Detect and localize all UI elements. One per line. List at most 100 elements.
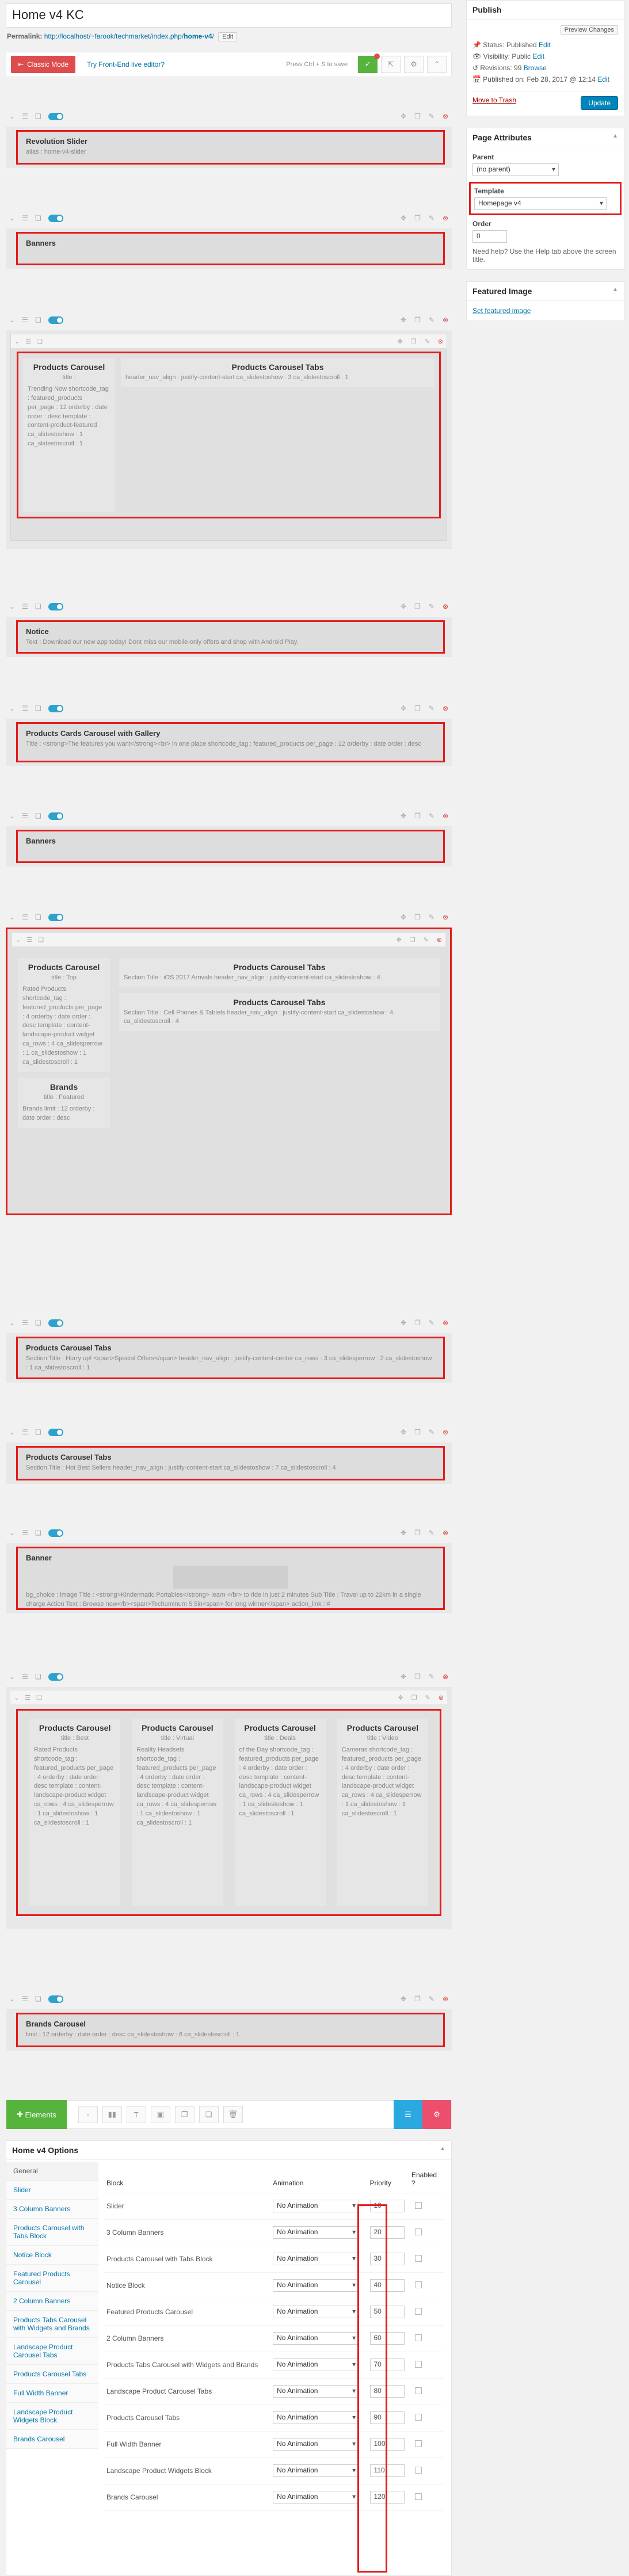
move-icon[interactable]: ✥: [401, 1529, 406, 1537]
collapse-row-icon[interactable]: ⌄: [9, 1428, 15, 1436]
collapse-row-icon[interactable]: ⌄: [9, 1673, 15, 1681]
row-toggle[interactable]: [48, 214, 63, 222]
delete-icon[interactable]: ⊗: [443, 704, 448, 712]
move-icon[interactable]: ✥: [401, 704, 406, 712]
move-icon[interactable]: ✥: [401, 1428, 406, 1436]
move-to-trash-link[interactable]: Move to Trash: [472, 96, 516, 104]
parent-select[interactable]: (no parent): [472, 163, 559, 176]
options-tab[interactable]: Featured Products Carousel: [6, 2265, 98, 2292]
options-tab[interactable]: General: [6, 2162, 98, 2181]
save-icon[interactable]: ✓: [358, 54, 380, 73]
edit-icon[interactable]: ✎: [429, 602, 434, 610]
options-tab[interactable]: Slider: [6, 2181, 98, 2200]
copy-icon[interactable]: ❐: [414, 704, 421, 712]
row-layout-icon[interactable]: ▫: [78, 2106, 98, 2123]
edit-icon[interactable]: ✎: [429, 1319, 434, 1327]
date-edit-link[interactable]: Edit: [597, 75, 609, 83]
duplicate-icon[interactable]: ❏: [38, 936, 44, 944]
animation-select[interactable]: No Animation: [273, 2226, 360, 2239]
classic-mode-button[interactable]: ⇤ Classic Mode: [11, 56, 76, 73]
duplicate-icon[interactable]: ❏: [37, 338, 43, 345]
duplicate-icon[interactable]: ❏: [35, 316, 41, 324]
collapse-arrow-icon[interactable]: ▲: [612, 287, 618, 293]
move-icon[interactable]: ✥: [398, 1694, 403, 1701]
visibility-edit-link[interactable]: Edit: [532, 52, 544, 60]
collapse-row-icon[interactable]: ⌄: [9, 1995, 15, 2003]
animation-select[interactable]: No Animation: [273, 2385, 360, 2398]
products-carousel-card[interactable]: Products Carousel title : Video Cameras sh…: [337, 1719, 428, 1906]
copy-icon[interactable]: ❐: [414, 1529, 421, 1537]
move-icon[interactable]: ✥: [401, 1995, 406, 2003]
edit-icon[interactable]: ✎: [429, 1995, 434, 2003]
delete-icon[interactable]: ⊗: [439, 1694, 444, 1701]
permalink-edit-button[interactable]: Edit: [218, 32, 238, 41]
duplicate-icon[interactable]: ❏: [35, 1529, 41, 1537]
order-input[interactable]: 0: [472, 230, 507, 243]
animation-select[interactable]: No Animation: [273, 2411, 360, 2424]
element-products-carousel-tabs[interactable]: Products Carousel Tabs Section Title : Hu…: [16, 1337, 445, 1379]
copy-icon[interactable]: ❐: [414, 1319, 421, 1327]
enabled-checkbox[interactable]: [415, 2493, 422, 2500]
options-tab[interactable]: Products Carousel Tabs: [6, 2365, 98, 2384]
columns-icon[interactable]: ☰: [22, 1529, 28, 1537]
columns-icon[interactable]: ☰: [22, 704, 28, 712]
edit-icon[interactable]: ✎: [429, 112, 434, 120]
edit-icon[interactable]: ✎: [429, 1673, 434, 1681]
update-button[interactable]: Update: [581, 96, 618, 110]
move-icon[interactable]: ✥: [397, 338, 402, 345]
file-icon[interactable]: ❐: [174, 2106, 195, 2123]
animation-select[interactable]: No Animation: [273, 2491, 360, 2504]
products-carousel-tabs-card[interactable]: Products Carousel Tabs Section Title : Ce…: [119, 993, 440, 1032]
duplicate-icon[interactable]: ❏: [35, 1428, 41, 1436]
columns-icon[interactable]: ☰: [22, 1673, 28, 1681]
move-icon[interactable]: ✥: [401, 1673, 406, 1681]
move-icon[interactable]: ✥: [401, 913, 406, 921]
row-toggle[interactable]: [48, 1529, 63, 1537]
move-icon[interactable]: ✥: [401, 812, 406, 820]
browse-link[interactable]: Browse: [524, 64, 547, 72]
products-carousel-card[interactable]: Products Carousel title : Best Rated Produ…: [29, 1719, 121, 1906]
options-tab[interactable]: Landscape Product Carousel Tabs: [6, 2338, 98, 2365]
collapse-row-icon[interactable]: ⌄: [9, 112, 15, 120]
copy-icon[interactable]: ❐: [414, 1995, 421, 2003]
edit-icon[interactable]: ✎: [424, 936, 429, 944]
collapse-arrow-icon[interactable]: ▲: [612, 133, 618, 139]
copy-icon[interactable]: ❐: [414, 112, 421, 120]
columns-icon[interactable]: ☰: [22, 1428, 28, 1436]
collapse-row-icon[interactable]: ⌄: [9, 812, 15, 820]
move-icon[interactable]: ✥: [401, 1319, 406, 1327]
copy-icon[interactable]: ❐: [414, 602, 421, 610]
duplicate-icon[interactable]: ❏: [35, 913, 41, 921]
collapse-row-icon[interactable]: ⌄: [14, 1694, 19, 1701]
animation-select[interactable]: No Animation: [273, 2279, 360, 2292]
status-edit-link[interactable]: Edit: [539, 41, 551, 49]
element-notice[interactable]: Notice Text : Download our new app today!…: [16, 620, 445, 654]
delete-icon[interactable]: ⊗: [443, 1529, 448, 1537]
edit-icon[interactable]: ✎: [429, 1428, 434, 1436]
element-banners[interactable]: Banners: [16, 830, 445, 863]
options-tab[interactable]: 2 Column Banners: [6, 2292, 98, 2311]
row-toggle[interactable]: [48, 1319, 63, 1327]
duplicate-icon[interactable]: ❏: [35, 704, 41, 712]
collapse-arrow-icon[interactable]: ▲: [440, 2146, 445, 2152]
copy-icon[interactable]: ❐: [414, 812, 421, 820]
enabled-checkbox[interactable]: [415, 2334, 422, 2341]
move-icon[interactable]: ✥: [401, 112, 406, 120]
set-featured-image-link[interactable]: Set featured image: [472, 307, 531, 315]
row-toggle[interactable]: [48, 1673, 63, 1681]
options-tab[interactable]: Products Carousel with Tabs Block: [6, 2219, 98, 2246]
edit-icon[interactable]: ✎: [429, 316, 434, 324]
collapse-row-icon[interactable]: ⌄: [9, 316, 15, 324]
move-icon[interactable]: ✥: [396, 936, 401, 944]
row-toggle[interactable]: [48, 316, 63, 324]
duplicate-icon[interactable]: ❏: [35, 112, 41, 120]
trash-icon[interactable]: 🗑: [223, 2106, 243, 2123]
delete-icon[interactable]: ⊗: [438, 338, 443, 345]
edit-icon[interactable]: ✎: [429, 812, 434, 820]
move-icon[interactable]: ✥: [401, 602, 406, 610]
enabled-checkbox[interactable]: [415, 2440, 422, 2447]
delete-icon[interactable]: ⊗: [443, 1319, 448, 1327]
columns-icon[interactable]: ☰: [25, 338, 31, 345]
collapse-icon[interactable]: ⌃: [427, 56, 447, 73]
sections-icon[interactable]: ⇱: [381, 56, 401, 73]
